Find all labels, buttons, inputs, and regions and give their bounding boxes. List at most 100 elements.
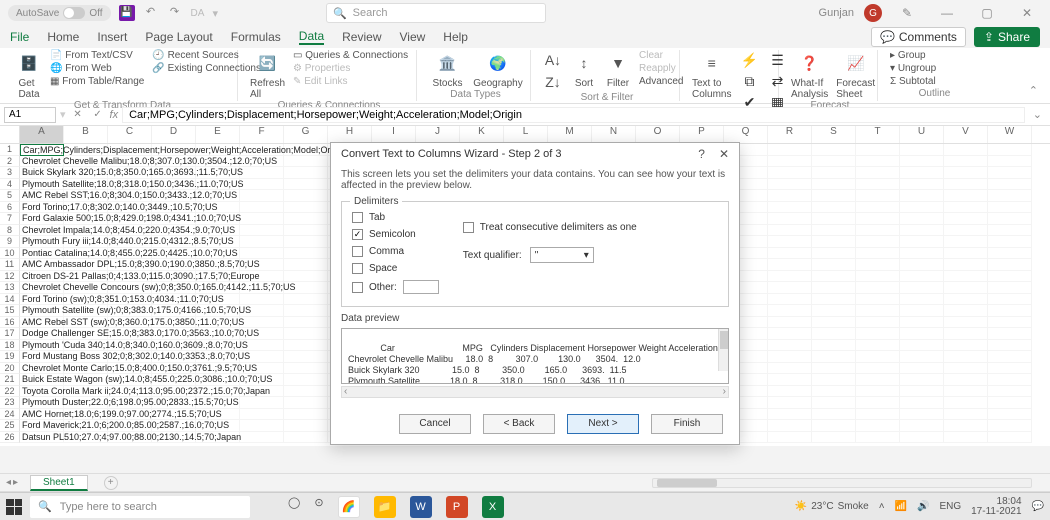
ribbon-display-icon[interactable]: ✎	[892, 6, 922, 20]
cell[interactable]	[812, 179, 856, 191]
cell[interactable]	[900, 213, 944, 225]
tab-home[interactable]: Home	[47, 30, 79, 44]
cell[interactable]	[900, 236, 944, 248]
cell[interactable]	[900, 144, 944, 156]
cell[interactable]	[988, 420, 1032, 432]
remove-dup-icon[interactable]: ⧉	[739, 71, 759, 91]
column-header[interactable]: R	[768, 126, 812, 143]
cell[interactable]	[944, 305, 988, 317]
cell[interactable]	[988, 340, 1032, 352]
cell[interactable]	[812, 374, 856, 386]
cell[interactable]	[944, 259, 988, 271]
select-all-corner[interactable]	[0, 126, 20, 143]
cell[interactable]	[988, 351, 1032, 363]
cell[interactable]	[284, 409, 328, 421]
cell[interactable]	[812, 271, 856, 283]
cell[interactable]	[988, 225, 1032, 237]
row-header[interactable]: 14	[0, 294, 20, 306]
cell[interactable]	[856, 282, 900, 294]
cell[interactable]	[768, 328, 812, 340]
cell[interactable]	[240, 294, 284, 306]
column-header[interactable]: V	[944, 126, 988, 143]
cell[interactable]	[284, 317, 328, 329]
clear-button[interactable]: Clear	[639, 50, 683, 61]
cell[interactable]	[768, 225, 812, 237]
cell[interactable]	[988, 328, 1032, 340]
cell[interactable]	[240, 397, 284, 409]
cell[interactable]	[900, 374, 944, 386]
cell[interactable]	[900, 351, 944, 363]
cell[interactable]	[856, 420, 900, 432]
maximize-icon[interactable]: ▢	[972, 6, 1002, 20]
cell[interactable]	[988, 374, 1032, 386]
cell[interactable]	[944, 236, 988, 248]
cell[interactable]	[856, 144, 900, 156]
sort-az-button[interactable]: A↓Z↓	[543, 50, 563, 92]
preview-horizontal-scrollbar[interactable]	[341, 386, 729, 398]
cell[interactable]	[900, 363, 944, 375]
cell[interactable]: AMC Rebel SST;16.0;8;304.0;150.0;3433.;1…	[20, 190, 64, 202]
cell[interactable]	[284, 156, 328, 168]
column-header[interactable]: L	[504, 126, 548, 143]
cell[interactable]	[856, 374, 900, 386]
column-header[interactable]: I	[372, 126, 416, 143]
minimize-icon[interactable]: —	[932, 6, 962, 20]
cell[interactable]	[856, 248, 900, 260]
cell[interactable]: Dodge Challenger SE;15.0;8;383.0;170.0;3…	[20, 328, 64, 340]
cell[interactable]: Plymouth Duster;22.0;6;198.0;95.00;2833.…	[20, 397, 64, 409]
cell[interactable]	[284, 190, 328, 202]
cell[interactable]	[856, 225, 900, 237]
cell[interactable]	[856, 167, 900, 179]
cell[interactable]: Plymouth Fury iii;14.0;8;440.0;215.0;431…	[20, 236, 64, 248]
preview-vertical-scrollbar[interactable]	[718, 329, 728, 371]
cell[interactable]	[768, 167, 812, 179]
cell[interactable]	[768, 386, 812, 398]
row-header[interactable]: 12	[0, 271, 20, 283]
filter-button[interactable]: ▼ Filter	[605, 50, 631, 89]
column-header[interactable]: O	[636, 126, 680, 143]
cell[interactable]: Chevrolet Impala;14.0;8;454.0;220.0;4354…	[20, 225, 64, 237]
cell[interactable]: Plymouth 'Cuda 340;14.0;8;340.0;160.0;36…	[20, 340, 64, 352]
cell[interactable]	[988, 294, 1032, 306]
cell[interactable]: Plymouth Satellite;18.0;8;318.0;150.0;34…	[20, 179, 64, 191]
row-header[interactable]: 25	[0, 420, 20, 432]
properties-button[interactable]: ⚙ Properties	[293, 63, 408, 74]
queries-connections-button[interactable]: ▭ Queries & Connections	[293, 50, 408, 61]
cell[interactable]	[284, 225, 328, 237]
cell[interactable]	[768, 340, 812, 352]
cell[interactable]	[240, 167, 284, 179]
row-header[interactable]: 24	[0, 409, 20, 421]
cell[interactable]	[812, 167, 856, 179]
cell[interactable]	[900, 202, 944, 214]
cell[interactable]: Plymouth Satellite (sw);0;8;383.0;175.0;…	[20, 305, 64, 317]
undo-icon[interactable]: ↶	[143, 5, 159, 21]
cell[interactable]	[768, 397, 812, 409]
cell[interactable]	[900, 271, 944, 283]
row-header[interactable]: 9	[0, 236, 20, 248]
collapse-ribbon-icon[interactable]: ⌃	[1025, 80, 1042, 101]
cell[interactable]: Buick Estate Wagon (sw);14.0;8;455.0;225…	[20, 374, 64, 386]
cell[interactable]: Ford Torino;17.0;8;302.0;140.0;3449.;10.…	[20, 202, 64, 214]
cell[interactable]	[812, 351, 856, 363]
cell[interactable]	[944, 397, 988, 409]
cell[interactable]	[284, 397, 328, 409]
cell[interactable]	[812, 202, 856, 214]
column-header[interactable]: P	[680, 126, 724, 143]
cell[interactable]	[240, 248, 284, 260]
word-icon[interactable]: W	[410, 496, 432, 518]
cell[interactable]	[944, 179, 988, 191]
tab-checkbox[interactable]	[352, 212, 363, 223]
cortana-icon[interactable]: ⊙	[314, 496, 323, 518]
cell[interactable]	[812, 328, 856, 340]
cell[interactable]	[284, 363, 328, 375]
tab-insert[interactable]: Insert	[97, 30, 127, 44]
cell[interactable]	[812, 144, 856, 156]
cell[interactable]	[284, 328, 328, 340]
cell[interactable]	[900, 259, 944, 271]
text-to-columns-button[interactable]: ≡ Text to Columns	[692, 50, 731, 100]
cell[interactable]	[856, 271, 900, 283]
close-window-icon[interactable]: ✕	[1012, 6, 1042, 20]
cell[interactable]: Toyota Corolla Mark ii;24.0;4;113.0;95.0…	[20, 386, 64, 398]
row-header[interactable]: 10	[0, 248, 20, 260]
cell[interactable]	[240, 190, 284, 202]
